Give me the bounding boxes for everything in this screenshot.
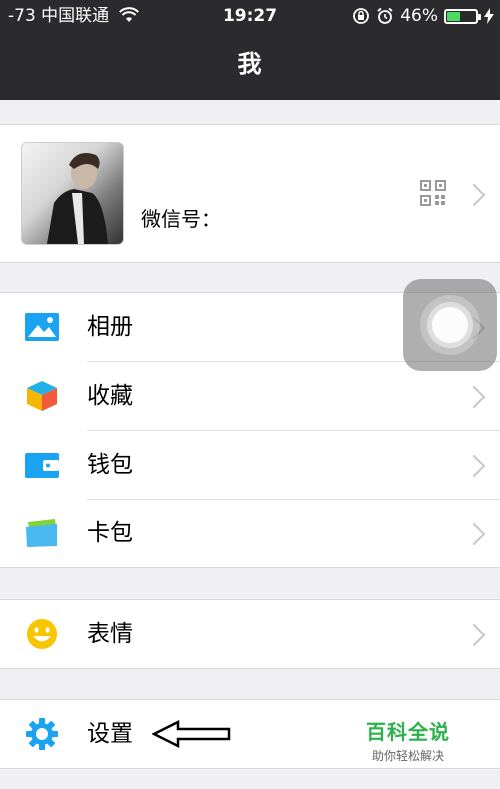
page-title: 我 xyxy=(237,50,263,78)
menu-item-wallet[interactable]: 钱包 xyxy=(0,431,500,499)
album-label: 相册 xyxy=(87,314,133,340)
qr-code-icon[interactable] xyxy=(420,180,446,206)
profile-card[interactable]: 微信号： xyxy=(0,124,500,263)
avatar[interactable] xyxy=(21,142,124,245)
battery-icon xyxy=(444,8,481,24)
pointer-arrow-icon xyxy=(152,719,231,749)
assistive-touch-button[interactable] xyxy=(403,279,497,371)
wallet-label: 钱包 xyxy=(87,452,133,478)
smiley-icon xyxy=(27,619,57,649)
watermark-brand: 百科全说 xyxy=(366,720,450,744)
watermark-slogan: 助你轻松解决 xyxy=(371,749,444,763)
menu-group-stickers: 表情 xyxy=(0,599,500,669)
battery-percent: 46% xyxy=(400,6,438,26)
status-bar: -73 中国联通 19:27 46% xyxy=(0,0,500,32)
top-bar: -73 中国联通 19:27 46% 我 xyxy=(0,0,500,100)
wechat-id-label: 微信号： xyxy=(141,207,221,231)
favorites-label: 收藏 xyxy=(87,383,133,409)
charging-icon xyxy=(484,8,494,24)
status-right: 46% xyxy=(352,0,494,32)
album-icon xyxy=(25,313,59,341)
avatar-photo xyxy=(47,152,108,244)
rotation-lock-icon xyxy=(353,8,370,24)
settings-label: 设置 xyxy=(87,721,133,747)
card-package-icon xyxy=(26,519,57,547)
menu-item-favorites[interactable]: 收藏 xyxy=(0,362,500,430)
menu-item-stickers[interactable]: 表情 xyxy=(0,600,500,668)
alarm-icon xyxy=(377,7,393,24)
stickers-label: 表情 xyxy=(87,621,133,647)
cards-label: 卡包 xyxy=(87,520,133,546)
wallet-icon xyxy=(25,453,59,478)
chevron-right-icon xyxy=(462,454,486,478)
favorites-cube-icon xyxy=(27,381,57,411)
menu-item-cards[interactable]: 卡包 xyxy=(0,499,500,567)
chevron-right-icon xyxy=(462,623,486,647)
chevron-right-icon xyxy=(462,385,486,409)
chevron-right-icon xyxy=(462,522,486,546)
chevron-right-icon xyxy=(462,183,486,207)
gear-icon xyxy=(26,718,58,750)
watermark-logo: 百科全说 助你轻松解决 xyxy=(366,716,450,764)
